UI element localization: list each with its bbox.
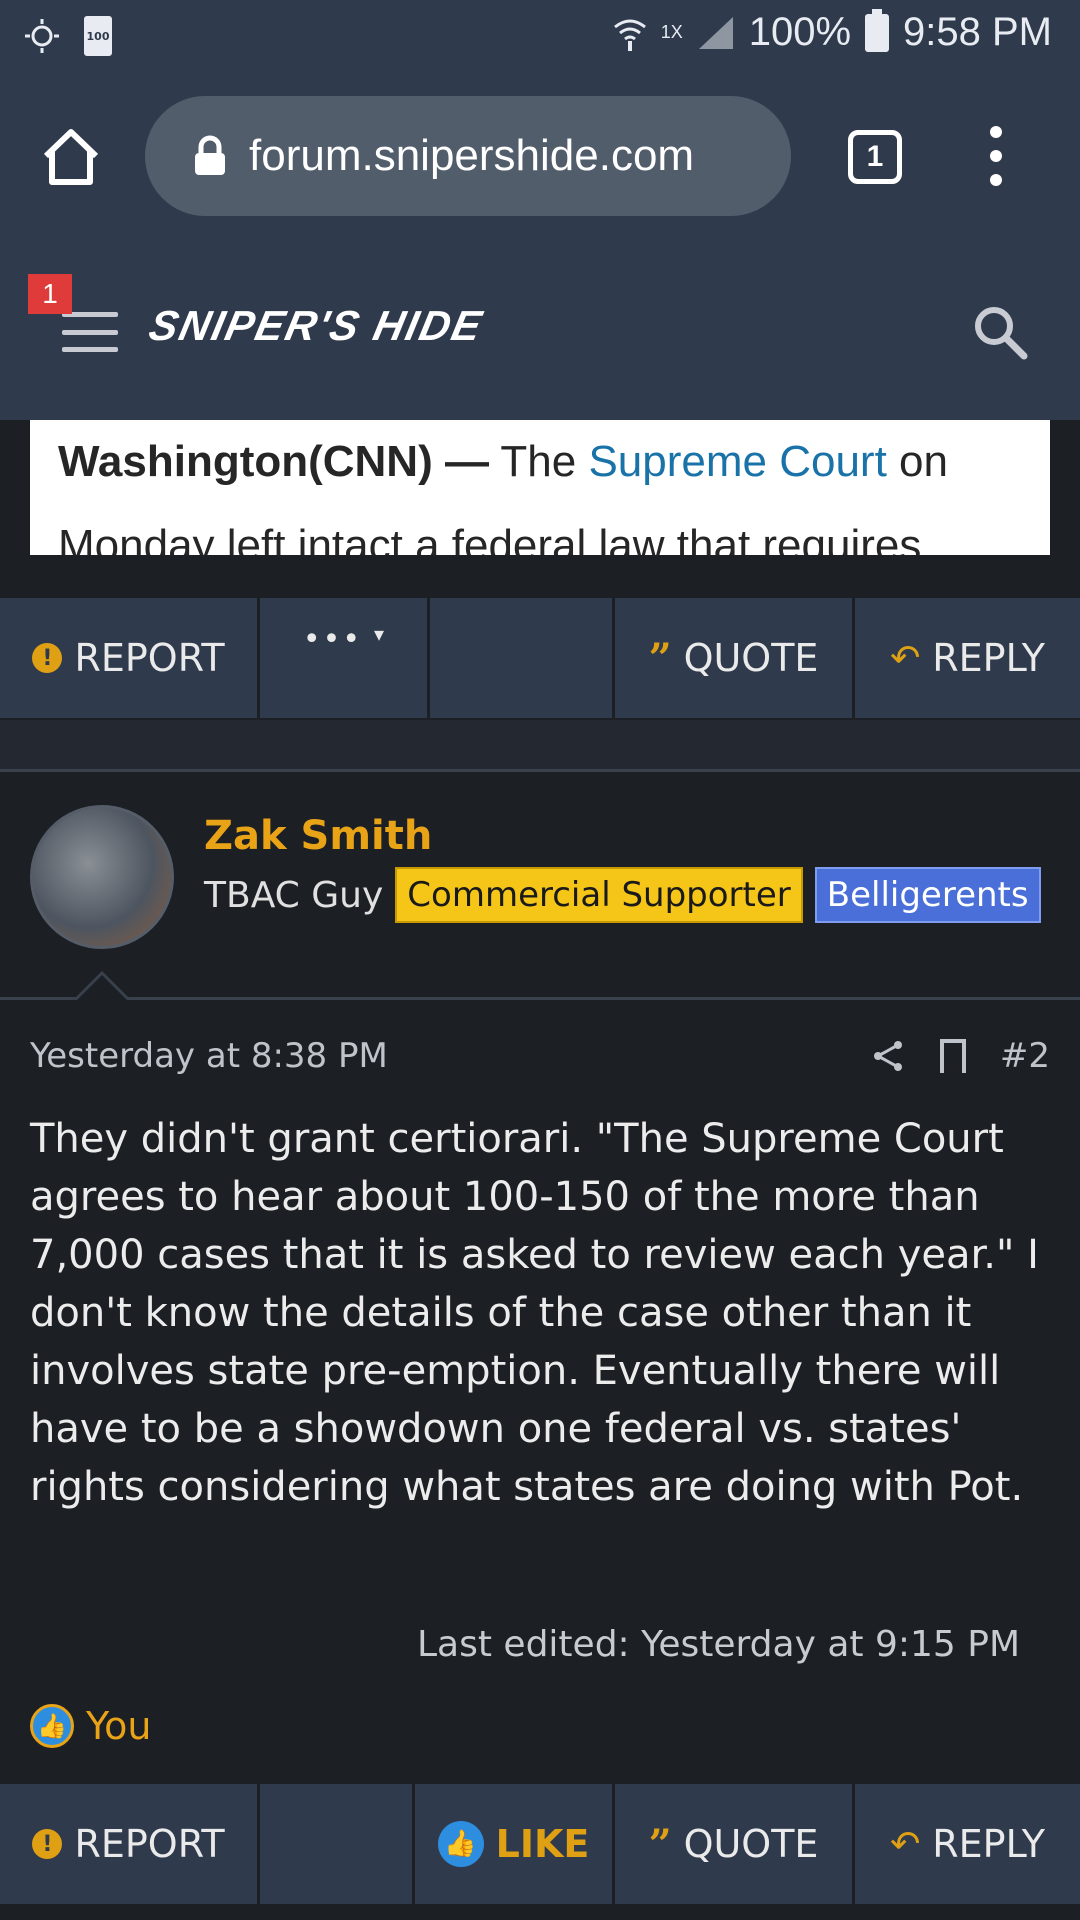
quote-label: QUOTE [683,636,819,680]
hamburger-menu-icon[interactable] [62,312,118,352]
quote-icon: ” [648,634,672,682]
weather-icon [25,19,59,53]
user-title-row: TBAC Guy Commercial Supporter Belligeren… [204,867,1041,923]
reply-button[interactable]: ↶ REPLY [855,1784,1080,1904]
share-icon[interactable] [872,1039,906,1073]
status-right: 1X 100% 9:58 PM [613,8,1052,55]
notification-badge[interactable]: 1 [28,274,72,314]
caret-down-icon: ▾ [374,622,385,646]
like-icon: 👍 [437,1821,484,1867]
reply-button[interactable]: ↶ REPLY [855,598,1080,718]
author-name[interactable]: Zak Smith [204,813,432,859]
quote-label: QUOTE [683,1822,819,1866]
home-icon[interactable] [40,126,102,188]
more-label: ••• [302,622,363,657]
embed-text: Washington(CNN) — The Supreme Court on M… [58,420,1038,555]
report-button[interactable]: ! REPORT [0,1784,260,1904]
like-reaction-icon: 👍 [30,1704,74,1748]
report-button[interactable]: ! REPORT [0,598,260,718]
reply-icon: ↶ [890,637,921,679]
avatar[interactable] [30,805,174,949]
embed-text-a: The [488,437,589,486]
action-spacer [260,1784,415,1904]
reply-label: REPLY [932,636,1045,680]
site-header: 1 SNIPER'S HIDE [0,240,1080,420]
reply-icon: ↶ [890,1823,921,1865]
quote-icon: ” [648,1820,672,1868]
quote-button[interactable]: ” QUOTE [615,598,855,718]
user-title: TBAC Guy [204,874,384,916]
embed-lead: Washington(CNN) — [58,437,489,486]
like-label: LIKE [495,1822,590,1866]
post-actions-top: ! REPORT ••• ▾ ” QUOTE ↶ REPLY [0,598,1080,718]
embedded-article-preview[interactable]: Washington(CNN) — The Supreme Court on M… [30,420,1050,555]
belligerents-badge: Belligerents [814,867,1041,923]
tab-switcher-button[interactable]: 1 [848,130,902,184]
report-label: REPORT [74,1822,225,1866]
more-options-button[interactable]: ••• ▾ [260,598,430,718]
lock-icon [195,135,225,175]
reactions-bar[interactable]: 👍 You [30,1704,152,1748]
reply-label: REPLY [932,1822,1045,1866]
like-button[interactable]: 👍 LIKE [415,1784,615,1904]
clock: 9:58 PM [903,10,1052,54]
battery-saver-icon: 100 [84,16,112,56]
post-actions-bottom: ! REPORT 👍 LIKE ” QUOTE ↶ REPLY [0,1784,1080,1904]
battery-percent: 100% [748,10,852,54]
post-meta-icons: #2 [872,1036,1050,1076]
action-spacer [430,598,615,718]
post-number[interactable]: #2 [1000,1036,1050,1076]
report-label: REPORT [74,636,225,680]
report-icon: ! [32,643,63,673]
bookmark-icon[interactable] [939,1039,966,1075]
browser-menu-icon[interactable] [985,126,1007,186]
last-edited: Last edited: Yesterday at 9:15 PM [417,1624,1020,1665]
embed-link[interactable]: Supreme Court [588,437,886,486]
signal-icon [698,16,733,49]
post-author-block: Zak Smith TBAC Guy Commercial Supporter … [0,775,1080,1000]
network-type: 1X [660,22,683,42]
status-bar: 100 1X 100% 9:58 PM [0,0,1080,74]
url-text: forum.snipershide.com [249,131,695,180]
battery-icon [865,8,890,52]
reaction-user[interactable]: You [86,1704,152,1748]
report-icon: ! [32,1829,63,1859]
post-body: They didn't grant certiorari. "The Supre… [30,1116,1039,1510]
post-separator [0,720,1080,772]
wifi-icon [613,19,646,51]
post-timestamp[interactable]: Yesterday at 8:38 PM [30,1036,388,1076]
post-meta: Yesterday at 8:38 PM #2 [30,1036,1050,1076]
browser-toolbar: forum.snipershide.com 1 [0,74,1080,240]
search-icon[interactable] [970,302,1030,362]
quote-button[interactable]: ” QUOTE [615,1784,855,1904]
address-bar[interactable]: forum.snipershide.com [145,96,791,216]
site-logo[interactable]: SNIPER'S HIDE [145,302,487,350]
status-left: 100 [22,16,112,56]
commercial-supporter-badge: Commercial Supporter [395,867,803,923]
author-pointer [74,971,130,1000]
